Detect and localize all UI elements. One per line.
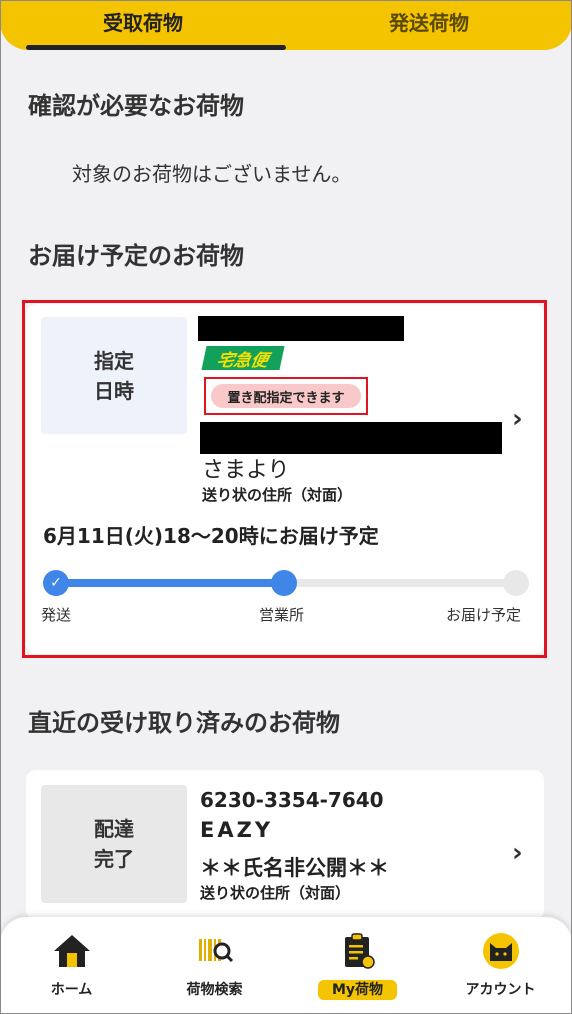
nav-home[interactable]: ホーム bbox=[0, 917, 143, 1014]
brand-logo: EAZY bbox=[200, 818, 274, 842]
tab-sent-label: 発送荷物 bbox=[389, 10, 469, 35]
nav-home-label: ホーム bbox=[50, 982, 93, 998]
home-icon bbox=[53, 935, 90, 967]
tab-received[interactable]: 受取荷物 bbox=[0, 0, 286, 50]
chevron-right-icon[interactable]: › bbox=[512, 404, 523, 434]
empty-message: 対象のお荷物はございません。 bbox=[72, 162, 352, 186]
tab-bar: 受取荷物 発送荷物 bbox=[0, 0, 572, 50]
status-box: 指定 日時 bbox=[41, 317, 187, 434]
sender-suffix: さまより bbox=[202, 458, 290, 483]
step-dot-shipped: ✓ bbox=[43, 570, 69, 596]
received-address-type: 送り状の住所（対面） bbox=[200, 884, 351, 902]
address-type: 送り状の住所（対面） bbox=[202, 486, 353, 504]
okihai-badge[interactable]: 置き配指定できます bbox=[211, 384, 361, 408]
recipient-name: ＊＊氏名非公開＊＊ bbox=[200, 856, 389, 880]
active-nav-pill: My荷物 bbox=[317, 980, 398, 1000]
received-package-card[interactable]: 配達 完了 6230-3354-7640 EAZY ＊＊氏名非公開＊＊ 送り状の… bbox=[26, 770, 544, 920]
recent-received-title: 直近の受け取り済みのお荷物 bbox=[28, 709, 340, 737]
step-dot-delivery bbox=[503, 570, 529, 596]
step-label-office: 営業所 bbox=[259, 606, 305, 624]
nav-my-package-label: My荷物 bbox=[286, 979, 429, 1000]
needs-confirmation-title: 確認が必要なお荷物 bbox=[28, 92, 244, 120]
scheduled-package-card[interactable]: 指定 日時 宅急便 置き配指定できます さまより 送り状の住所（対面） › 6月… bbox=[26, 304, 544, 654]
service-logo: 宅急便 bbox=[201, 346, 285, 371]
nav-search[interactable]: 荷物検索 bbox=[143, 917, 286, 1014]
tab-received-label: 受取荷物 bbox=[103, 10, 183, 35]
nav-search-label: 荷物検索 bbox=[186, 982, 243, 998]
step-dot-office bbox=[271, 570, 297, 596]
cat-account-icon bbox=[482, 933, 519, 969]
nav-account-label: アカウント bbox=[465, 982, 536, 998]
redacted-sender bbox=[200, 422, 502, 454]
tab-sent[interactable]: 発送荷物 bbox=[286, 0, 572, 50]
step-label-delivery: お届け予定 bbox=[446, 606, 522, 624]
nav-my-package[interactable]: My荷物 bbox=[286, 917, 429, 1014]
my-package-icon bbox=[344, 933, 375, 969]
bottom-nav: ホーム 荷物検索 My荷物 アカウント bbox=[0, 917, 572, 1014]
progress-fill bbox=[56, 579, 291, 587]
step-label-shipped: 発送 bbox=[41, 606, 72, 624]
nav-account[interactable]: アカウント bbox=[429, 917, 572, 1014]
delivered-status-box: 配達 完了 bbox=[41, 785, 187, 903]
redacted-tracking bbox=[198, 316, 404, 341]
check-icon: ✓ bbox=[50, 575, 62, 591]
delivery-schedule: 6月11日(火)18～20時にお届け予定 bbox=[43, 524, 379, 548]
active-tab-indicator bbox=[26, 45, 286, 50]
tracking-number: 6230-3354-7640 bbox=[200, 788, 384, 812]
chevron-right-icon[interactable]: › bbox=[512, 838, 523, 868]
service-name: 宅急便 bbox=[214, 350, 271, 371]
barcode-search-icon bbox=[198, 939, 233, 963]
scheduled-title: お届け予定のお荷物 bbox=[28, 242, 244, 270]
